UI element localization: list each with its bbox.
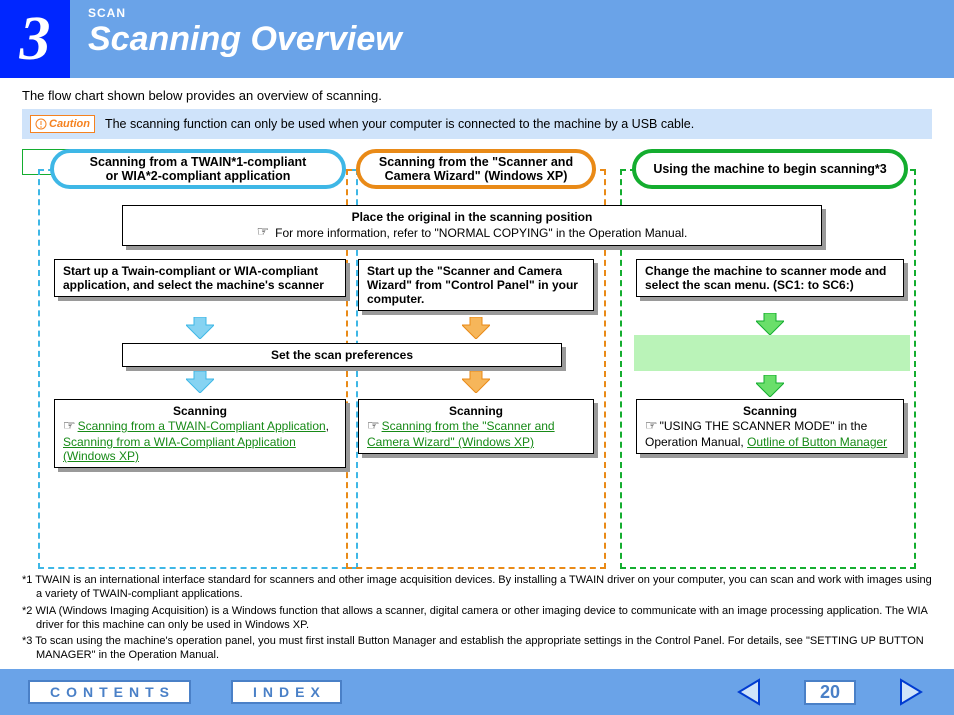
triangle-left-icon bbox=[734, 677, 764, 707]
link-scan-wia[interactable]: Scanning from a WIA-Compliant Applicatio… bbox=[63, 435, 296, 463]
scan2-heading: Scanning bbox=[367, 404, 585, 418]
pointer-icon: ☞ bbox=[257, 224, 270, 241]
pill-twain-line2: or WIA*2-compliant application bbox=[106, 169, 291, 183]
warning-icon bbox=[35, 118, 47, 130]
pointer-icon: ☞ bbox=[367, 419, 380, 434]
pointer-icon: ☞ bbox=[63, 419, 76, 434]
box-start-machine: Change the machine to scanner mode and s… bbox=[636, 259, 904, 297]
caution-banner: Caution The scanning function can only b… bbox=[22, 109, 932, 139]
section-kicker: SCAN bbox=[88, 6, 402, 20]
footnote-1: *1 TWAIN is an international interface s… bbox=[22, 573, 932, 602]
arrow-icon bbox=[462, 317, 490, 339]
pill-wizard-line2: Camera Wizard" (Windows XP) bbox=[385, 169, 568, 183]
pointer-icon: ☞ bbox=[645, 419, 658, 434]
contents-button[interactable]: CONTENTS bbox=[28, 680, 191, 704]
arrow-icon bbox=[462, 371, 490, 393]
link-button-manager[interactable]: Outline of Button Manager bbox=[747, 435, 887, 449]
header-text: SCAN Scanning Overview bbox=[70, 0, 420, 78]
box-place-original: Place the original in the scanning posit… bbox=[122, 205, 822, 246]
box-set-preferences-green-bg bbox=[634, 335, 910, 371]
box-set-preferences: Set the scan preferences bbox=[122, 343, 562, 367]
arrow-icon bbox=[756, 313, 784, 335]
scan1-heading: Scanning bbox=[63, 404, 337, 418]
pill-wizard-line1: Scanning from the "Scanner and bbox=[379, 155, 573, 169]
arrow-icon bbox=[186, 371, 214, 393]
box-scanning-twain: Scanning ☞Scanning from a TWAIN-Complian… bbox=[54, 399, 346, 468]
lead-text: The flow chart shown below provides an o… bbox=[0, 78, 954, 109]
footnote-3: *3 To scan using the machine's operation… bbox=[22, 634, 932, 663]
flowchart: Scanning from a TWAIN*1-compliant or WIA… bbox=[22, 149, 932, 569]
footnotes: *1 TWAIN is an international interface s… bbox=[22, 573, 932, 663]
caution-text: The scanning function can only be used w… bbox=[105, 115, 694, 131]
arrow-icon bbox=[186, 317, 214, 339]
scan3-heading: Scanning bbox=[645, 404, 895, 418]
arrow-icon bbox=[756, 375, 784, 397]
caution-label: Caution bbox=[49, 118, 90, 130]
link-scan-twain[interactable]: Scanning from a TWAIN-Compliant Applicat… bbox=[78, 419, 326, 433]
bottom-nav: CONTENTS INDEX 20 bbox=[0, 669, 954, 715]
caution-badge: Caution bbox=[30, 115, 95, 133]
pill-twain-line1: Scanning from a TWAIN*1-compliant bbox=[90, 155, 307, 169]
pill-machine-text: Using the machine to begin scanning*3 bbox=[653, 162, 886, 176]
link-scan-wizard[interactable]: Scanning from the "Scanner and Camera Wi… bbox=[367, 419, 555, 449]
box-start-wizard: Start up the "Scanner and Camera Wizard"… bbox=[358, 259, 594, 311]
index-button[interactable]: INDEX bbox=[231, 680, 342, 704]
pill-machine: Using the machine to begin scanning*3 bbox=[632, 149, 908, 189]
place-title: Place the original in the scanning posit… bbox=[131, 210, 813, 224]
box-start-twain: Start up a Twain-compliant or WIA-compli… bbox=[54, 259, 346, 297]
page-header: 3 SCAN Scanning Overview bbox=[0, 0, 954, 78]
box-scanning-wizard: Scanning ☞Scanning from the "Scanner and… bbox=[358, 399, 594, 454]
footnote-2: *2 WIA (Windows Imaging Acquisition) is … bbox=[22, 604, 932, 633]
pill-wizard: Scanning from the "Scanner and Camera Wi… bbox=[356, 149, 596, 189]
page-title: Scanning Overview bbox=[88, 20, 402, 59]
next-page-button[interactable] bbox=[896, 677, 926, 707]
triangle-right-icon bbox=[896, 677, 926, 707]
page-number: 20 bbox=[804, 680, 856, 705]
box-scanning-machine: Scanning ☞"USING THE SCANNER MODE" in th… bbox=[636, 399, 904, 454]
chapter-number: 3 bbox=[0, 0, 70, 78]
place-sub: For more information, refer to "NORMAL C… bbox=[275, 226, 687, 240]
pill-twain: Scanning from a TWAIN*1-compliant or WIA… bbox=[50, 149, 346, 189]
prev-page-button[interactable] bbox=[734, 677, 764, 707]
